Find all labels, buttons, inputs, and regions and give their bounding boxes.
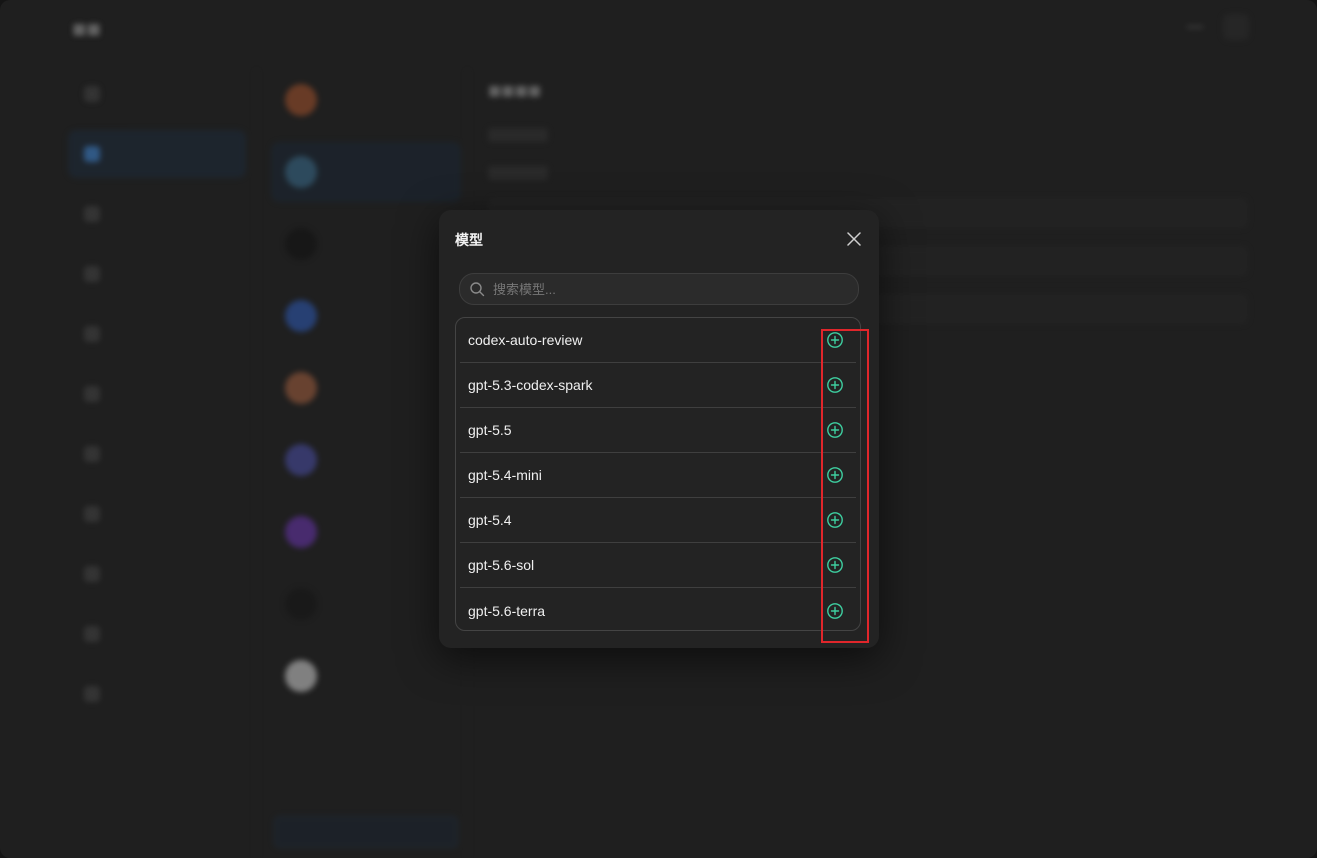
sidebar-item-active [68,130,246,178]
sidebar-item-icon [84,206,100,222]
sidebar-item [68,430,246,478]
plus-circle-icon[interactable] [826,331,844,349]
app-title-placeholder: ■■ [72,16,101,43]
plus-circle-icon[interactable] [826,602,844,620]
close-icon [847,232,861,246]
list-item: gpt-5.5 [460,408,856,453]
sidebar-item-icon [84,326,100,342]
provider-title-placeholder: ■■■■ [488,78,542,103]
search-input[interactable] [491,280,835,298]
list-item: codex-auto-review [460,318,856,363]
list-item: gpt-5.3-codex-spark [460,363,856,408]
sidebar-item [68,70,246,118]
app-window: ■■ ■■■■ 模型 搜索模型... codex-auto-review gpt… [0,0,1317,858]
sidebar-item-icon [84,386,100,402]
provider-list [256,70,468,858]
provider-avatar [285,660,317,692]
list-item: gpt-5.6-terra [460,588,856,630]
model-name: gpt-5.4-mini [468,467,542,483]
window-controls [1187,14,1249,40]
provider-avatar [285,516,317,548]
sidebar-item-icon [84,446,100,462]
provider-item [271,358,461,418]
list-item: gpt-5.6-sol [460,543,856,588]
plus-circle-icon[interactable] [826,466,844,484]
provider-avatar [285,228,317,260]
provider-avatar [285,372,317,404]
provider-item [271,430,461,490]
sidebar-item [68,490,246,538]
provider-avatar [285,444,317,476]
model-name: gpt-5.6-sol [468,557,535,573]
plus-circle-icon[interactable] [826,376,844,394]
plus-circle-icon[interactable] [826,511,844,529]
provider-item [271,286,461,346]
provider-item [271,574,461,634]
list-item: gpt-5.4 [460,498,856,543]
sidebar-item-icon [84,506,100,522]
model-name: gpt-5.3-codex-spark [468,377,593,393]
models-modal: 模型 codex-auto-review gp [439,210,879,648]
sidebar-item [68,610,246,658]
provider-item [271,214,461,274]
model-name: gpt-5.5 [468,422,512,438]
plus-circle-icon[interactable] [826,421,844,439]
provider-avatar [285,156,317,188]
modal-title: 模型 [455,232,483,248]
sidebar-item-icon [84,266,100,282]
sidebar-item [68,670,246,718]
provider-item [271,646,461,706]
settings-sidebar [68,70,246,730]
sidebar-item-icon [84,86,100,102]
sidebar-item-icon [84,686,100,702]
close-button[interactable] [844,229,864,249]
sidebar-item [68,550,246,598]
sidebar-item-icon [84,626,100,642]
model-name: codex-auto-review [468,332,583,348]
provider-item-active [271,142,461,202]
add-provider-button-placeholder [274,816,458,848]
sidebar-item [68,190,246,238]
provider-item [271,70,461,130]
maximize-icon [1223,14,1249,40]
sidebar-item-icon [84,146,100,162]
list-item: gpt-5.4-mini [460,453,856,498]
plus-circle-icon[interactable] [826,556,844,574]
sidebar-item [68,310,246,358]
sidebar-item-icon [84,566,100,582]
model-list: codex-auto-review gpt-5.3-codex-spark gp… [455,317,861,631]
provider-item [271,502,461,562]
sidebar-item [68,370,246,418]
search-box [459,273,859,305]
model-name: gpt-5.4 [468,512,512,528]
search-icon [469,281,485,297]
sidebar-item [68,250,246,298]
minimize-icon [1187,26,1203,28]
detail-line [488,128,548,142]
detail-line [488,166,548,180]
provider-avatar [285,588,317,620]
model-name: gpt-5.6-terra [468,602,546,619]
provider-avatar [285,84,317,116]
provider-avatar [285,300,317,332]
